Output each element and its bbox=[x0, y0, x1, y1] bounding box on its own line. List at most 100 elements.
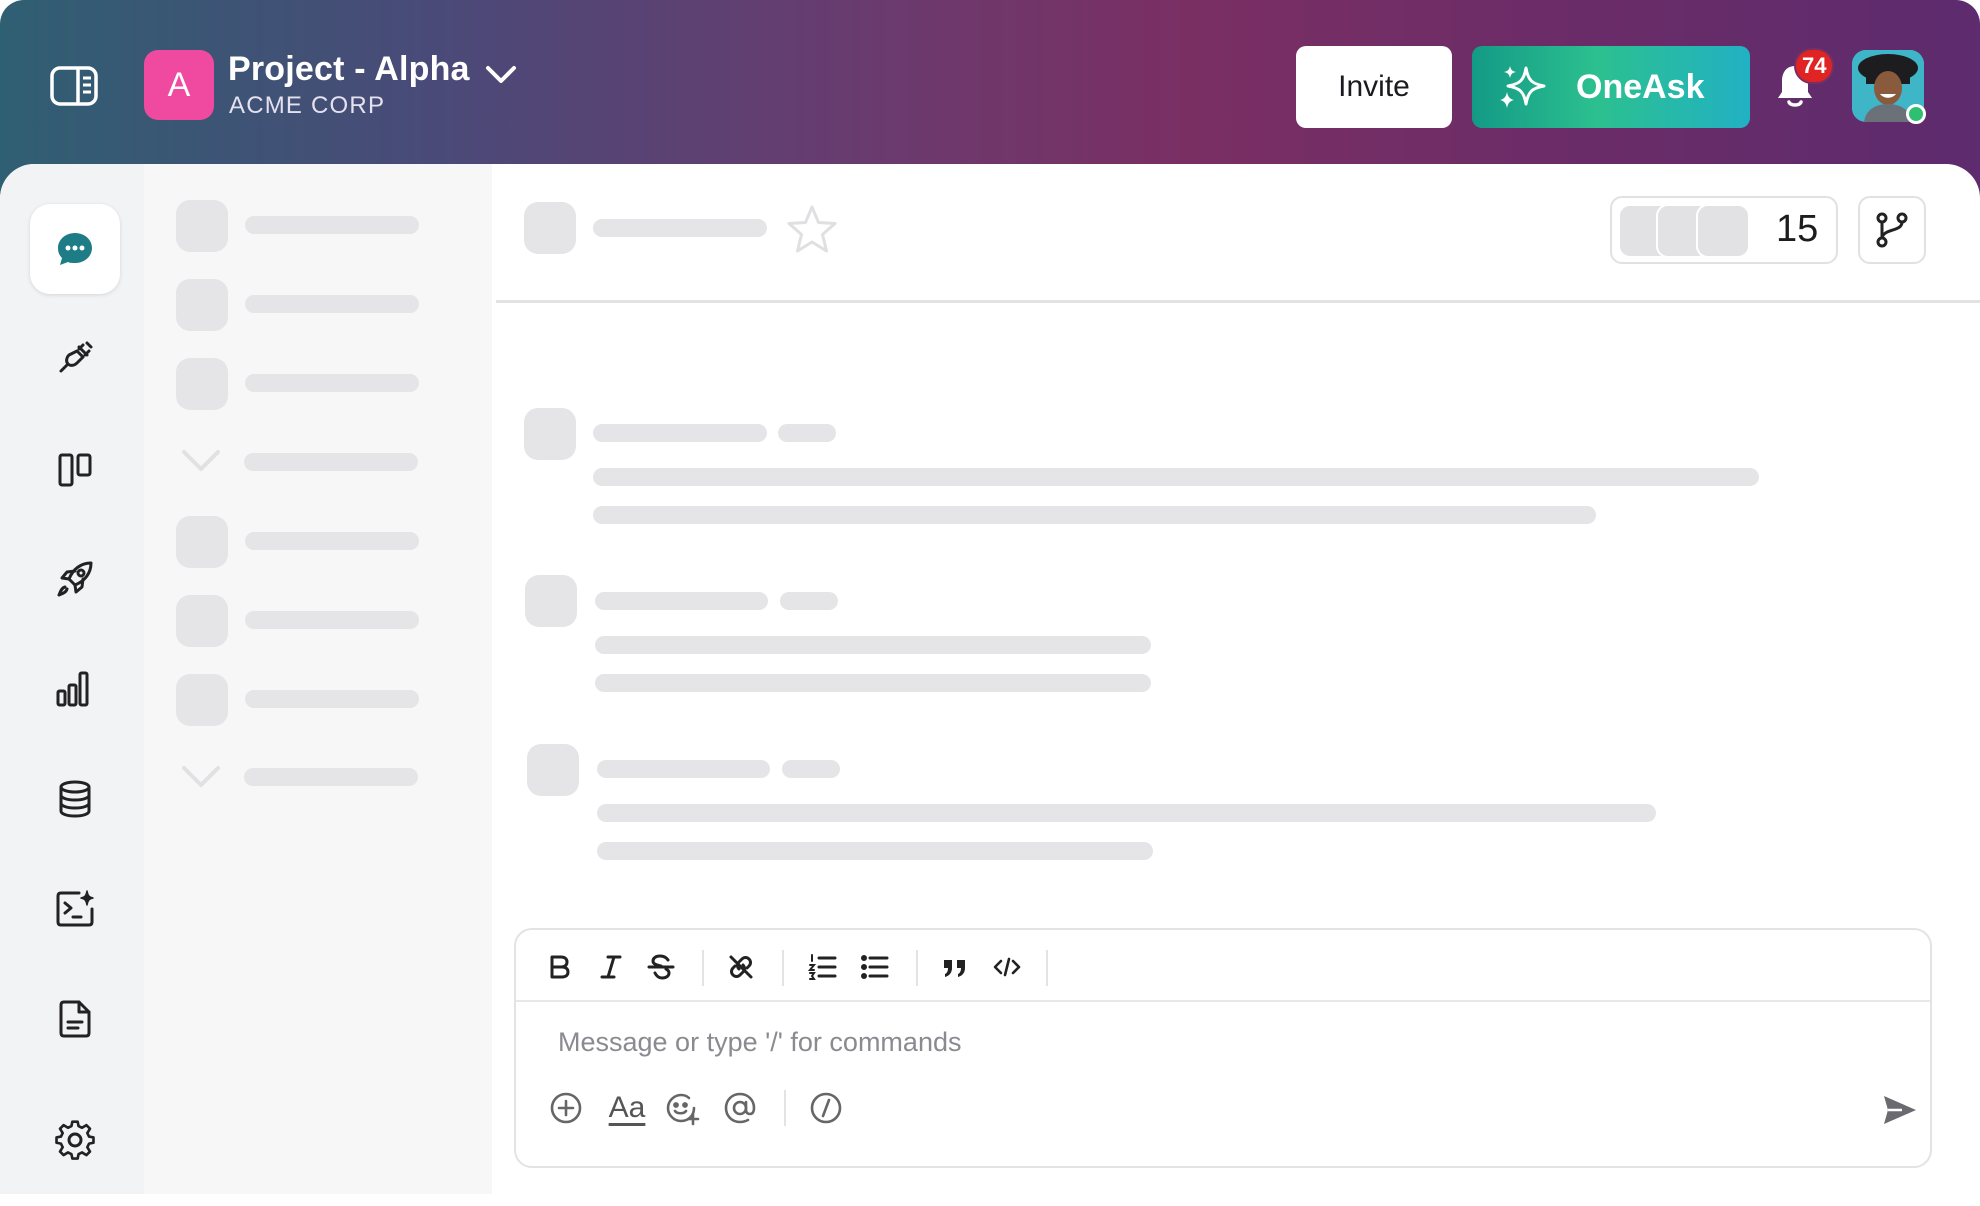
rail-item-integrations[interactable] bbox=[30, 314, 120, 404]
skeleton-line bbox=[244, 768, 418, 786]
workspace-name[interactable]: Project - Alpha bbox=[228, 50, 470, 89]
rail-item-ai-terminal[interactable] bbox=[30, 864, 120, 954]
bullet-list-icon bbox=[861, 955, 889, 979]
plus-circle-icon bbox=[550, 1092, 582, 1124]
skeleton-avatar bbox=[524, 408, 576, 460]
skeleton-line bbox=[595, 674, 1151, 692]
board-icon bbox=[58, 453, 92, 487]
channel-list-pane bbox=[144, 164, 492, 1194]
quote-button[interactable] bbox=[938, 950, 972, 984]
rail-item-launch[interactable] bbox=[30, 534, 120, 624]
ordered-list-button[interactable] bbox=[806, 950, 840, 984]
code-button[interactable] bbox=[990, 950, 1024, 984]
code-icon bbox=[993, 957, 1021, 977]
chevron-down-icon[interactable] bbox=[484, 62, 518, 88]
bold-icon bbox=[550, 955, 570, 979]
bold-button[interactable] bbox=[542, 950, 576, 984]
branch-button[interactable] bbox=[1858, 196, 1926, 264]
skeleton-line bbox=[593, 506, 1596, 524]
skeleton-line bbox=[780, 592, 838, 610]
rail-item-board[interactable] bbox=[30, 424, 120, 514]
skeleton-avatar bbox=[176, 279, 228, 331]
online-status-dot bbox=[1906, 104, 1926, 124]
toolbar-divider bbox=[702, 950, 704, 986]
main-pane: 15 Message or type '/' for commands Aa bbox=[492, 164, 1980, 1206]
at-sign-icon bbox=[724, 1092, 756, 1124]
skeleton-line bbox=[245, 690, 419, 708]
skeleton-line bbox=[778, 424, 836, 442]
emoji-add-icon bbox=[666, 1093, 700, 1126]
skeleton-channel-icon bbox=[524, 202, 576, 254]
slash-command-button[interactable] bbox=[806, 1088, 846, 1128]
skeleton-avatar bbox=[176, 516, 228, 568]
invite-button[interactable]: Invite bbox=[1296, 46, 1452, 128]
skeleton-line bbox=[782, 760, 840, 778]
app-window: A Project - Alpha ACME CORP Invite OneAs… bbox=[0, 0, 1980, 1206]
skeleton-avatar bbox=[525, 575, 577, 627]
slash-circle-icon bbox=[810, 1092, 842, 1124]
sparkle-icon bbox=[1500, 66, 1546, 108]
quote-icon bbox=[944, 960, 965, 977]
settings-icon bbox=[55, 1120, 95, 1160]
oneask-button[interactable]: OneAsk bbox=[1472, 46, 1750, 128]
strikethrough-icon bbox=[647, 954, 675, 980]
composer-divider bbox=[784, 1090, 786, 1126]
skeleton-avatar bbox=[176, 200, 228, 252]
message-input[interactable] bbox=[558, 1022, 1758, 1062]
italic-button[interactable] bbox=[594, 950, 628, 984]
rail-item-database[interactable] bbox=[30, 754, 120, 844]
mention-button[interactable] bbox=[720, 1088, 760, 1128]
document-icon bbox=[59, 1000, 91, 1038]
member-count: 15 bbox=[1776, 208, 1819, 250]
skeleton-avatar bbox=[176, 595, 228, 647]
oneask-label: OneAsk bbox=[1576, 67, 1705, 106]
emoji-button[interactable] bbox=[662, 1088, 702, 1128]
workspace-avatar[interactable]: A bbox=[144, 50, 214, 120]
rail-item-analytics[interactable] bbox=[30, 644, 120, 734]
toolbar-divider bbox=[1046, 950, 1048, 986]
link-button[interactable] bbox=[724, 950, 758, 984]
skeleton-line bbox=[593, 424, 767, 442]
body-panel: 15 Message or type '/' for commands Aa bbox=[0, 164, 1980, 1206]
rail-item-chat[interactable] bbox=[30, 204, 120, 294]
skeleton-avatar bbox=[527, 744, 579, 796]
icon-rail bbox=[0, 164, 144, 1194]
workspace-org: ACME CORP bbox=[229, 92, 386, 119]
toolbar-divider bbox=[782, 950, 784, 986]
skeleton-line bbox=[597, 804, 1656, 822]
database-icon bbox=[59, 780, 91, 818]
link-icon bbox=[729, 955, 753, 979]
skeleton-avatar bbox=[176, 358, 228, 410]
chart-icon bbox=[56, 671, 89, 707]
skeleton-line bbox=[245, 216, 419, 234]
message-composer: Aa bbox=[514, 928, 1932, 1168]
italic-icon bbox=[600, 955, 622, 979]
format-toggle-button[interactable]: Aa bbox=[604, 1088, 650, 1128]
toolbar-divider bbox=[916, 950, 918, 986]
skeleton-line bbox=[593, 468, 1759, 486]
star-icon[interactable] bbox=[786, 204, 838, 254]
format-toolbar bbox=[516, 930, 1930, 1002]
sidebar-toggle-icon[interactable] bbox=[50, 64, 98, 108]
skeleton-line bbox=[595, 636, 1151, 654]
strikethrough-button[interactable] bbox=[644, 950, 678, 984]
attach-button[interactable] bbox=[546, 1088, 586, 1128]
members-button[interactable]: 15 bbox=[1610, 196, 1838, 264]
skeleton-line bbox=[597, 842, 1153, 860]
chevron-down-icon[interactable] bbox=[181, 449, 221, 473]
member-avatar bbox=[1696, 204, 1750, 258]
skeleton-line bbox=[245, 295, 419, 313]
bullet-list-button[interactable] bbox=[858, 950, 892, 984]
header-divider bbox=[496, 300, 1980, 303]
skeleton-line bbox=[595, 592, 768, 610]
chat-icon bbox=[58, 233, 92, 265]
skeleton-line bbox=[244, 453, 418, 471]
chevron-down-icon[interactable] bbox=[181, 765, 221, 789]
send-icon[interactable] bbox=[1880, 1090, 1920, 1130]
rail-item-settings[interactable] bbox=[30, 1096, 120, 1186]
rocket-icon bbox=[57, 561, 93, 597]
git-branch-icon bbox=[1876, 212, 1908, 248]
skeleton-line bbox=[597, 760, 770, 778]
rail-item-documents[interactable] bbox=[30, 974, 120, 1064]
ordered-list-icon bbox=[808, 954, 837, 980]
